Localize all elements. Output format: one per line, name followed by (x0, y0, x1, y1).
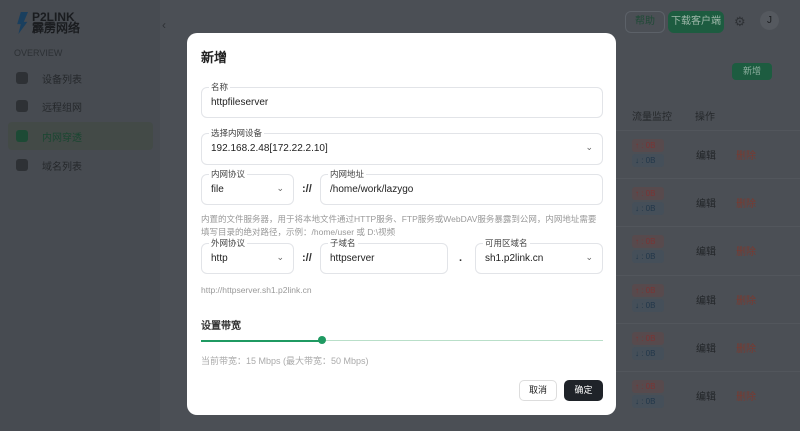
field-label: 内网地址 (328, 168, 367, 180)
edit-button[interactable]: 编辑 (696, 243, 716, 258)
sidebar-item-domains[interactable]: 域名列表 (8, 151, 153, 179)
upload-traffic: ↑ : 0B (632, 187, 664, 200)
download-traffic: ↓ : 0B (632, 395, 664, 408)
device-select[interactable]: 选择内网设备 192.168.2.48[172.22.2.10] ⌄ (201, 127, 603, 165)
field-label: 内网协议 (209, 168, 248, 180)
sidebar-item-label: 远程组网 (42, 102, 82, 114)
field-label: 外网协议 (209, 237, 248, 249)
logo-subtext: 霹雳网络 (32, 21, 81, 35)
help-button[interactable]: 帮助 (625, 11, 665, 33)
delete-button[interactable]: 删除 (736, 340, 756, 355)
slider-thumb[interactable] (317, 336, 326, 344)
domain-select[interactable]: 可用区域名 sh1.p2link.cn ⌄ (475, 237, 603, 274)
edit-button[interactable]: 编辑 (696, 292, 716, 307)
table-row: ↑ : 0B ↓ : 0B 编辑 删除 (616, 226, 800, 274)
delete-button[interactable]: 删除 (736, 195, 756, 210)
url-preview: http://httpserver.sh1.p2link.cn (201, 285, 312, 295)
field-value: httpfileserver (211, 97, 269, 108)
dot-separator: . (459, 252, 463, 264)
bolt-icon (17, 12, 28, 34)
chevron-down-icon: ⌄ (585, 252, 593, 262)
download-traffic: ↓ : 0B (632, 299, 664, 312)
chevron-down-icon: ⌄ (276, 252, 284, 262)
sidebar-item-network[interactable]: 远程组网 (8, 92, 153, 120)
inner-protocol-select[interactable]: 内网协议 file ⌄ (201, 168, 294, 205)
sidebar-item-label: 内网穿透 (42, 132, 82, 144)
logo: P2LINK 霹雳网络 (16, 11, 81, 35)
arrow-icon (16, 130, 28, 142)
delete-button[interactable]: 删除 (736, 147, 756, 162)
field-label: 名称 (209, 81, 231, 93)
sidebar-item-label: 设备列表 (42, 74, 82, 86)
sidebar-item-label: 域名列表 (42, 161, 82, 173)
table-row: ↑ : 0B ↓ : 0B 编辑 删除 (616, 323, 800, 371)
slider-fill (201, 339, 322, 342)
bandwidth-slider[interactable] (201, 336, 603, 344)
subdomain-input[interactable]: 子域名 httpserver (320, 237, 448, 274)
table-row: ↑ : 0B ↓ : 0B 编辑 删除 (616, 130, 800, 178)
field-value: sh1.p2link.cn (485, 253, 544, 264)
upload-traffic: ↑ : 0B (632, 380, 664, 393)
outer-protocol-select[interactable]: 外网协议 http ⌄ (201, 237, 294, 274)
upload-traffic: ↑ : 0B (632, 139, 664, 152)
section-label: OVERVIEW (14, 48, 63, 58)
field-value: httpserver (330, 253, 375, 264)
inner-address-input[interactable]: 内网地址/home/work/lazygo (320, 168, 603, 205)
sidebar-item-devices[interactable]: 设备列表 (8, 64, 153, 92)
collapse-icon[interactable]: ‹ (162, 18, 166, 32)
flag-icon (16, 100, 28, 112)
download-client-button[interactable]: 下载客户端 (668, 11, 724, 33)
delete-button[interactable]: 删除 (736, 292, 756, 307)
edit-button[interactable]: 编辑 (696, 195, 716, 210)
new-button[interactable]: 新增 (732, 63, 772, 80)
gear-icon[interactable]: ⚙ (734, 14, 746, 30)
sidebar-item-tunnel[interactable]: 内网穿透 (8, 122, 153, 150)
column-traffic: 流量监控 (632, 112, 672, 123)
table-row: ↑ : 0B ↓ : 0B 编辑 删除 (616, 178, 800, 226)
delete-button[interactable]: 删除 (736, 388, 756, 403)
delete-button[interactable]: 删除 (736, 243, 756, 258)
bandwidth-text: 当前带宽：15 Mbps (最大带宽：50 Mbps) (201, 356, 369, 366)
field-label: 子域名 (328, 237, 358, 249)
dialog-title: 新增 (201, 50, 228, 65)
protocol-hint: 内置的文件服务器，用于将本地文件通过HTTP服务、FTP服务或WebDAV服务暴… (201, 214, 597, 237)
edit-button[interactable]: 编辑 (696, 388, 716, 403)
separator: :// (302, 252, 312, 264)
new-tunnel-dialog: 新增 名称 httpfileserver 选择内网设备 192.168.2.48[1… (187, 33, 616, 415)
bandwidth-label: 设置带宽 (201, 321, 241, 332)
field-value: http (211, 253, 228, 264)
upload-traffic: ↑ : 0B (632, 284, 664, 297)
edit-button[interactable]: 编辑 (696, 340, 716, 355)
field-value: /home/work/lazygo (330, 184, 414, 195)
sidebar: P2LINK 霹雳网络 OVERVIEW 设备列表 远程组网 内网穿透 域名列表 (0, 0, 160, 431)
column-actions: 操作 (695, 112, 715, 123)
table-row: ↑ : 0B ↓ : 0B 编辑 删除 (616, 371, 800, 419)
download-traffic: ↓ : 0B (632, 347, 664, 360)
field-value: 192.168.2.48[172.22.2.10] (211, 143, 328, 154)
download-traffic: ↓ : 0B (632, 202, 664, 215)
separator: :// (302, 183, 312, 195)
table-row: ↑ : 0B ↓ : 0B 编辑 删除 (616, 275, 800, 323)
confirm-button[interactable]: 确定 (564, 380, 603, 401)
list-icon (16, 159, 28, 171)
upload-traffic: ↑ : 0B (632, 332, 664, 345)
avatar[interactable]: J (760, 11, 779, 30)
upload-traffic: ↑ : 0B (632, 235, 664, 248)
field-value: file (211, 184, 224, 195)
download-traffic: ↓ : 0B (632, 250, 664, 263)
chevron-down-icon: ⌄ (276, 183, 284, 193)
download-traffic: ↓ : 0B (632, 154, 664, 167)
edit-button[interactable]: 编辑 (696, 147, 716, 162)
dashboard-icon (16, 72, 28, 84)
name-field[interactable]: 名称 httpfileserver (201, 81, 603, 118)
field-label: 可用区域名 (483, 237, 530, 249)
field-label: 选择内网设备 (209, 127, 265, 139)
chevron-down-icon: ⌄ (585, 142, 593, 152)
cancel-button[interactable]: 取消 (519, 380, 557, 401)
